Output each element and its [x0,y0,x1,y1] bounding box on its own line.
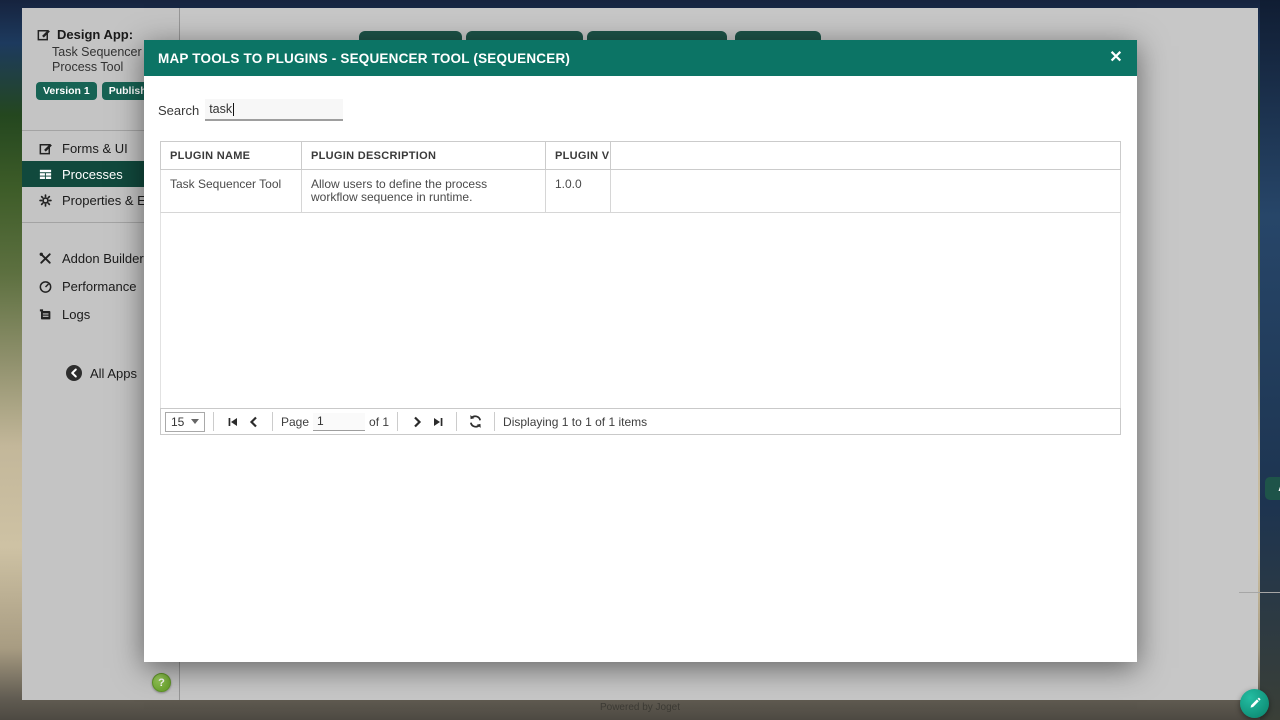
help-button[interactable]: ? [152,673,171,692]
first-page-icon [227,416,239,428]
design-app-title: Design App: [36,27,133,42]
last-page-button[interactable] [429,413,446,430]
previous-page-icon [248,416,260,428]
page-label: Page [281,415,309,429]
search-row: Search task [158,99,343,121]
cell-plugin-version: 1.0.0 [546,170,611,212]
page-number-input[interactable]: 1 [313,413,365,431]
table-header-row: PLUGIN NAME PLUGIN DESCRIPTION PLUGIN VE… [160,141,1121,170]
separator [272,412,273,431]
separator [213,412,214,431]
column-header-empty [611,142,1120,169]
first-page-button[interactable] [224,413,241,430]
search-input[interactable]: task [205,99,343,121]
dialog-header: MAP TOOLS TO PLUGINS - SEQUENCER TOOL (S… [144,40,1137,76]
help-icon: ? [158,677,165,689]
next-page-button[interactable] [408,413,425,430]
arrow-left-circle-icon [65,364,83,382]
dialog-title: MAP TOOLS TO PLUGINS - SEQUENCER TOOL (S… [144,51,570,66]
page-size-select[interactable]: 15 [165,412,205,432]
page-of-label: of 1 [369,415,389,429]
separator [397,412,398,431]
gear-icon [38,193,53,208]
column-header-plugin-version[interactable]: PLUGIN VERSION [546,142,611,169]
text-caret [233,103,234,116]
all-apps-label: All Apps [90,366,137,381]
refresh-icon [468,414,483,429]
cell-plugin-name: Task Sequencer Tool [161,170,302,212]
table-row[interactable]: Task Sequencer Tool Allow users to defin… [160,170,1121,213]
content-divider [1239,592,1280,593]
column-header-plugin-name[interactable]: PLUGIN NAME [161,142,302,169]
logs-icon [38,307,53,322]
page-number-value: 1 [317,414,324,428]
separator [494,412,495,431]
map-tools-dialog: MAP TOOLS TO PLUGINS - SEQUENCER TOOL (S… [144,40,1137,662]
column-header-plugin-description[interactable]: PLUGIN DESCRIPTION [302,142,546,169]
table-empty-area [160,213,1121,408]
design-app-label: Design App: [57,27,133,42]
plugin-table: PLUGIN NAME PLUGIN DESCRIPTION PLUGIN VE… [160,141,1121,435]
desktop-edge [1260,0,1280,720]
page-size-value: 15 [171,415,191,429]
pagination-summary: Displaying 1 to 1 of 1 items [503,415,647,429]
close-icon: ✕ [1109,49,1122,66]
add-edit-plugin-button[interactable]: Add/Edit Plugin [1265,477,1280,500]
cell-empty [611,170,1120,212]
refresh-button[interactable] [467,413,484,430]
version-badge: Version 1 [36,82,97,100]
sidebar-item-label: Addon Builders [62,251,150,266]
last-page-icon [432,416,444,428]
search-value: task [209,102,232,116]
dialog-close-button[interactable]: ✕ [1103,45,1129,71]
next-page-icon [411,416,423,428]
cell-plugin-description: Allow users to define the process workfl… [302,170,546,212]
tools-icon [38,251,53,266]
previous-page-button[interactable] [245,413,262,430]
separator [456,412,457,431]
gauge-icon [38,279,53,294]
sidebar-item-label: Forms & UI [62,141,128,156]
sidebar-item-label: Logs [62,307,90,322]
pagination-bar: 15 Page 1 of 1 [160,408,1121,435]
edit-icon [36,27,51,42]
sidebar-item-label: Performance [62,279,136,294]
sidebar-item-label: Processes [62,167,123,182]
chevron-down-icon [191,419,199,424]
grid-icon [38,167,53,182]
powered-by-label: Powered by Joget [0,702,1280,713]
search-label: Search [158,103,199,118]
edit-icon [38,141,53,156]
desktop-background: Design App: Task Sequencer Process Tool … [0,0,1280,720]
app-name: Task Sequencer Process Tool [52,45,146,75]
